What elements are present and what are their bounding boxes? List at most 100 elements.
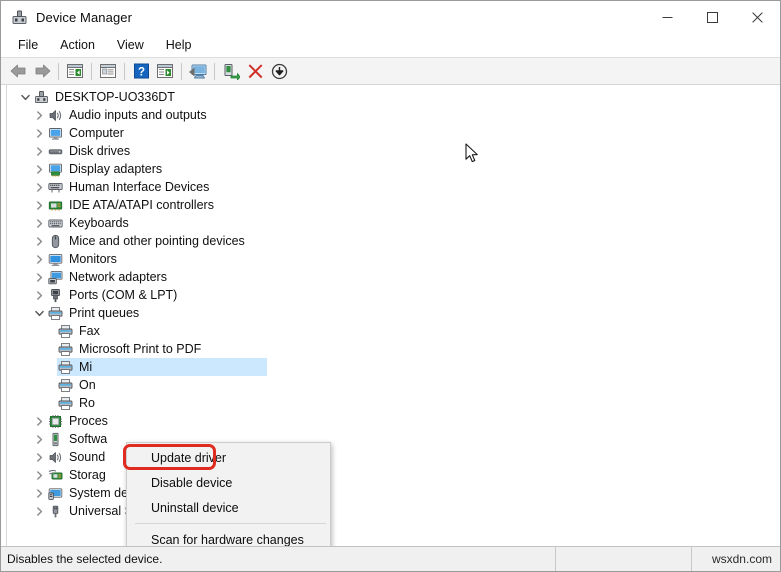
menu-help[interactable]: Help — [155, 35, 203, 55]
device-manager-icon — [10, 8, 28, 26]
tree-node-label: Network adapters — [69, 270, 167, 284]
caption-buttons — [645, 1, 780, 33]
tree-node-selected-printer[interactable]: Mi — [9, 358, 780, 376]
printer-icon — [47, 305, 64, 321]
chevron-right-icon[interactable] — [31, 107, 47, 123]
chevron-right-icon[interactable] — [31, 251, 47, 267]
toolbar-separator-4 — [181, 62, 182, 80]
chevron-right-icon[interactable] — [31, 143, 47, 159]
tree-node-processors[interactable]: Proces — [9, 412, 780, 430]
status-message: Disables the selected device. — [1, 547, 556, 571]
chevron-right-icon[interactable] — [31, 485, 47, 501]
chevron-right-icon[interactable] — [31, 161, 47, 177]
tree-node-disk-drives[interactable]: Disk drives — [9, 142, 780, 160]
status-spacer — [556, 547, 692, 571]
uninstall-device-icon — [248, 64, 262, 79]
properties-button[interactable] — [96, 60, 120, 83]
watermark: wsxdn.com — [711, 552, 772, 566]
context-menu[interactable]: Update driver Disable device Uninstall d… — [126, 442, 331, 546]
status-bar: Disables the selected device. wsxdn.com — [1, 546, 780, 571]
computer-icon — [33, 89, 50, 105]
disable-device-button[interactable] — [267, 60, 291, 83]
tree-node-printer-on[interactable]: On — [9, 376, 780, 394]
tree-node-printer-ro[interactable]: Ro — [9, 394, 780, 412]
chevron-right-icon[interactable] — [31, 269, 47, 285]
chevron-right-icon[interactable] — [31, 449, 47, 465]
context-menu-item-update-driver[interactable]: Update driver — [127, 445, 330, 470]
menu-action[interactable]: Action — [49, 35, 106, 55]
chevron-right-icon[interactable] — [31, 467, 47, 483]
maximize-icon — [707, 11, 718, 23]
tree-node-microsoft-print-to-pdf[interactable]: Microsoft Print to PDF — [9, 340, 780, 358]
tree-node-mice-and-other-pointing-devices[interactable]: Mice and other pointing devices — [9, 232, 780, 250]
tree-node-label: Storag — [69, 468, 106, 482]
back-button[interactable] — [6, 60, 30, 83]
chevron-right-icon[interactable] — [31, 197, 47, 213]
hid-icon — [47, 179, 64, 195]
chevron-right-icon[interactable] — [31, 125, 47, 141]
toolbar: ? — [1, 58, 780, 85]
chevron-down-icon[interactable] — [17, 89, 33, 105]
printer-icon — [57, 395, 74, 411]
minimize-button[interactable] — [645, 1, 690, 33]
maximize-button[interactable] — [690, 1, 735, 33]
update-driver-icon — [224, 63, 240, 80]
help-button[interactable]: ? — [129, 60, 153, 83]
tree-node-label: Microsoft Print to PDF — [79, 342, 202, 356]
printer-icon — [57, 323, 74, 339]
tree-node-ide-ata-atapi-controllers[interactable]: IDE ATA/ATAPI controllers — [9, 196, 780, 214]
tree-node-human-interface-devices[interactable]: Human Interface Devices — [9, 178, 780, 196]
tree-root-node[interactable]: DESKTOP-UO336DT — [9, 88, 780, 106]
uninstall-device-button[interactable] — [243, 60, 267, 83]
tree-node-ports-com-and-lpt[interactable]: Ports (COM & LPT) — [9, 286, 780, 304]
forward-button[interactable] — [30, 60, 54, 83]
tree-node-monitors[interactable]: Monitors — [9, 250, 780, 268]
chevron-right-icon[interactable] — [31, 503, 47, 519]
chevron-right-icon[interactable] — [31, 215, 47, 231]
monitor-icon — [47, 251, 64, 267]
tree-node-display-adapters[interactable]: Display adapters — [9, 160, 780, 178]
tree-node-network-adapters[interactable]: Network adapters — [9, 268, 780, 286]
tree-node-system-devices[interactable]: System devices — [9, 484, 780, 502]
chevron-right-icon[interactable] — [31, 179, 47, 195]
context-menu-item-disable-device[interactable]: Disable device — [127, 470, 330, 495]
mouse-icon — [47, 233, 64, 249]
forward-icon — [35, 64, 50, 78]
properties-icon — [100, 64, 116, 78]
scan-for-hardware-changes-button[interactable] — [186, 60, 210, 83]
tree-node-software-devices[interactable]: Softwa — [9, 430, 780, 448]
tree-node-sound-video-and-game-controllers[interactable]: Sound — [9, 448, 780, 466]
tree-node-label: Mice and other pointing devices — [69, 234, 245, 248]
context-menu-item-scan-for-hardware-changes[interactable]: Scan for hardware changes — [127, 527, 330, 547]
tree-node-print-queues[interactable]: Print queues — [9, 304, 780, 322]
update-driver-button[interactable] — [219, 60, 243, 83]
monitor-icon — [47, 125, 64, 141]
svg-text:?: ? — [137, 66, 144, 78]
tree-node-label: Display adapters — [69, 162, 163, 176]
tree-node-audio-inputs-and-outputs[interactable]: Audio inputs and outputs — [9, 106, 780, 124]
tree-node-label: DESKTOP-UO336DT — [55, 90, 175, 104]
speaker-icon — [47, 107, 64, 123]
context-menu-item-uninstall-device[interactable]: Uninstall device — [127, 495, 330, 520]
tree-node-storage-controllers[interactable]: Storag — [9, 466, 780, 484]
device-tree[interactable]: DESKTOP-UO336DT Audio inputs and outputs… — [1, 88, 780, 546]
tree-node-computer[interactable]: Computer — [9, 124, 780, 142]
chevron-right-icon[interactable] — [31, 287, 47, 303]
chevron-right-icon[interactable] — [31, 431, 47, 447]
chevron-down-icon[interactable] — [31, 305, 47, 321]
tree-node-fax[interactable]: Fax — [9, 322, 780, 340]
network-adapter-icon — [47, 269, 64, 285]
tree-node-label: Audio inputs and outputs — [69, 108, 207, 122]
tree-node-label: Monitors — [69, 252, 117, 266]
tree-node-keyboards[interactable]: Keyboards — [9, 214, 780, 232]
menu-view[interactable]: View — [106, 35, 155, 55]
chevron-right-icon[interactable] — [31, 233, 47, 249]
window-title: Device Manager — [36, 9, 133, 25]
show-hide-console-tree-button[interactable] — [63, 60, 87, 83]
menu-file[interactable]: File — [7, 35, 49, 55]
chevron-right-icon[interactable] — [31, 413, 47, 429]
tree-node-universal-serial-bus-controllers[interactable]: Universal Serial Bus controllers — [9, 502, 780, 520]
close-button[interactable] — [735, 1, 780, 33]
show-hide-console-tree-icon — [67, 64, 83, 78]
show-hide-action-pane-button[interactable] — [153, 60, 177, 83]
